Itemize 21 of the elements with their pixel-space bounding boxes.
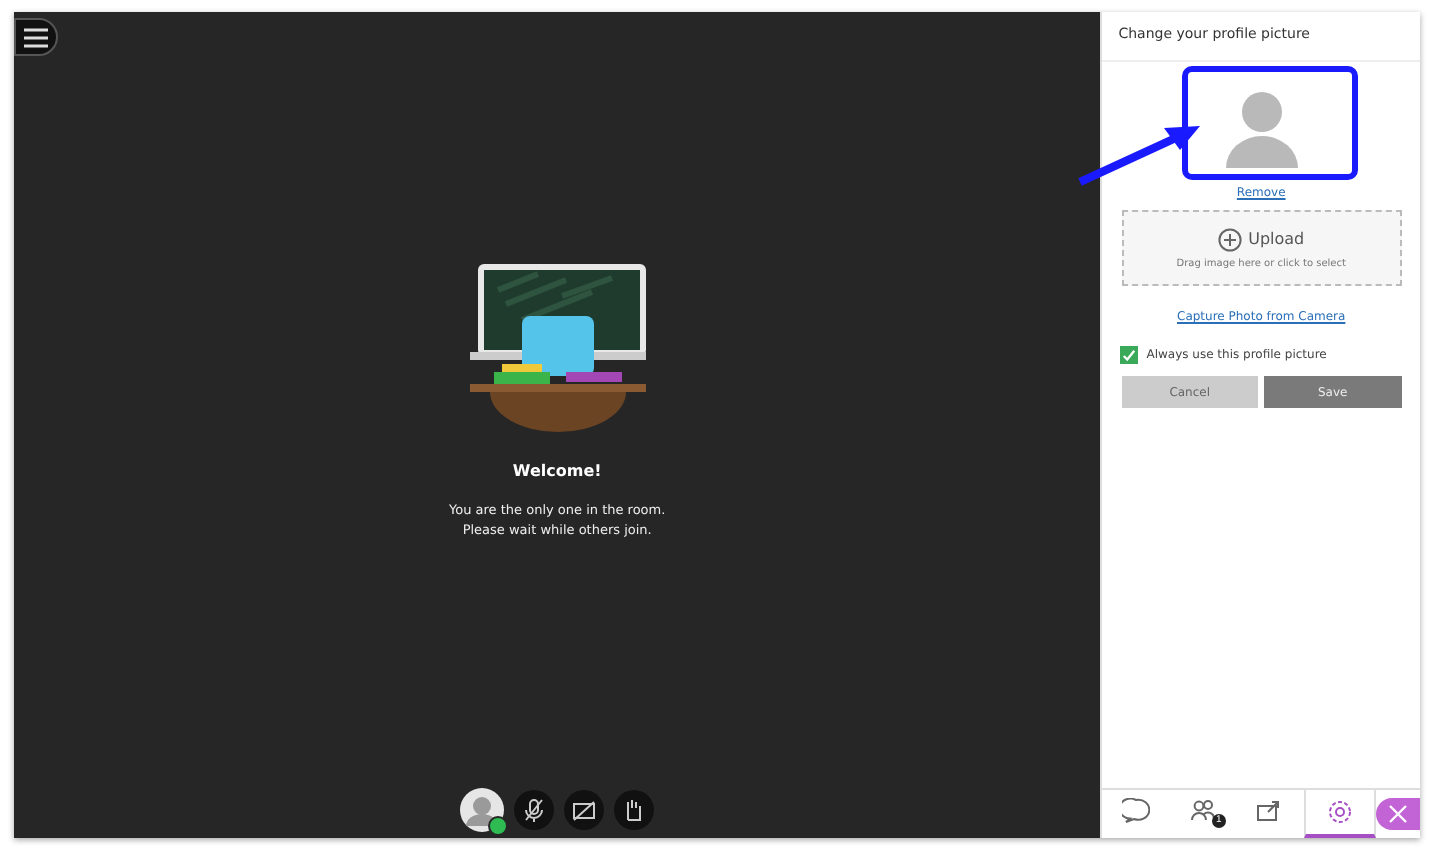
welcome-title: Welcome! (512, 462, 602, 480)
share-icon (1256, 798, 1285, 826)
chat-icon (1122, 798, 1151, 826)
microphone-button[interactable] (514, 790, 555, 830)
people-icon (1189, 798, 1218, 826)
hand-raise-button[interactable] (614, 790, 655, 830)
muted-microphone-icon (522, 798, 547, 822)
close-button[interactable] (1376, 798, 1421, 830)
close-icon (1388, 804, 1409, 824)
upload-label: Upload (1248, 230, 1305, 248)
panel-tab[interactable] (1304, 790, 1377, 838)
settings-icon (1326, 798, 1355, 826)
annotation-arrow (1076, 120, 1204, 188)
profile-avatar[interactable] (460, 788, 505, 832)
checkbox[interactable] (1120, 346, 1139, 364)
plus-circle-icon (1218, 227, 1243, 251)
menu-button[interactable] (14, 18, 58, 56)
menu-icon (22, 27, 50, 47)
camera-button[interactable] (564, 790, 605, 830)
camera-off-icon (572, 798, 597, 822)
hand-icon (622, 798, 647, 822)
